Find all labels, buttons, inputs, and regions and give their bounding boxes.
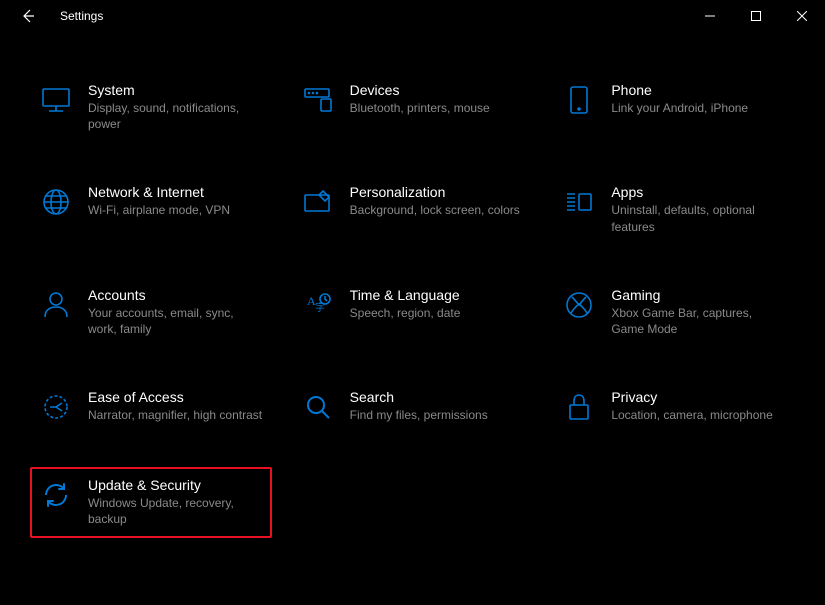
maximize-icon (751, 11, 761, 21)
category-time-language[interactable]: A 字 Time & Language Speech, region, date (292, 277, 534, 347)
back-arrow-icon (20, 8, 36, 24)
category-apps[interactable]: Apps Uninstall, defaults, optional featu… (553, 174, 795, 244)
category-phone[interactable]: Phone Link your Android, iPhone (553, 72, 795, 142)
paint-icon (300, 184, 336, 220)
category-search[interactable]: Search Find my files, permissions (292, 379, 534, 435)
globe-icon (38, 184, 74, 220)
category-ease-of-access[interactable]: Ease of Access Narrator, magnifier, high… (30, 379, 272, 435)
maximize-button[interactable] (733, 0, 779, 32)
category-title: Accounts (88, 287, 264, 303)
category-desc: Location, camera, microphone (611, 407, 787, 423)
category-desc: Uninstall, defaults, optional features (611, 202, 787, 234)
category-title: Privacy (611, 389, 787, 405)
update-icon (38, 477, 74, 513)
time-language-icon: A 字 (300, 287, 336, 323)
category-gaming[interactable]: Gaming Xbox Game Bar, captures, Game Mod… (553, 277, 795, 347)
category-title: Phone (611, 82, 787, 98)
category-desc: Link your Android, iPhone (611, 100, 787, 116)
category-title: Search (350, 389, 526, 405)
apps-icon (561, 184, 597, 220)
minimize-button[interactable] (687, 0, 733, 32)
category-title: System (88, 82, 264, 98)
category-personalization[interactable]: Personalization Background, lock screen,… (292, 174, 534, 244)
search-icon (300, 389, 336, 425)
category-title: Time & Language (350, 287, 526, 303)
category-title: Network & Internet (88, 184, 264, 200)
category-privacy[interactable]: Privacy Location, camera, microphone (553, 379, 795, 435)
close-button[interactable] (779, 0, 825, 32)
phone-icon (561, 82, 597, 118)
category-accounts[interactable]: Accounts Your accounts, email, sync, wor… (30, 277, 272, 347)
lock-icon (561, 389, 597, 425)
close-icon (797, 11, 807, 21)
xbox-icon (561, 287, 597, 323)
category-desc: Windows Update, recovery, backup (88, 495, 264, 527)
devices-icon (300, 82, 336, 118)
minimize-icon (705, 11, 715, 21)
category-update-security[interactable]: Update & Security Windows Update, recove… (30, 467, 272, 537)
category-desc: Xbox Game Bar, captures, Game Mode (611, 305, 787, 337)
category-desc: Speech, region, date (350, 305, 526, 321)
category-desc: Your accounts, email, sync, work, family (88, 305, 264, 337)
category-title: Update & Security (88, 477, 264, 493)
category-desc: Background, lock screen, colors (350, 202, 526, 218)
category-title: Devices (350, 82, 526, 98)
category-title: Apps (611, 184, 787, 200)
back-button[interactable] (12, 0, 44, 32)
settings-categories-grid: System Display, sound, notifications, po… (0, 32, 825, 538)
category-desc: Find my files, permissions (350, 407, 526, 423)
category-desc: Narrator, magnifier, high contrast (88, 407, 264, 423)
category-desc: Bluetooth, printers, mouse (350, 100, 526, 116)
ease-of-access-icon (38, 389, 74, 425)
system-icon (38, 82, 74, 118)
category-title: Ease of Access (88, 389, 264, 405)
category-system[interactable]: System Display, sound, notifications, po… (30, 72, 272, 142)
category-title: Gaming (611, 287, 787, 303)
category-network[interactable]: Network & Internet Wi-Fi, airplane mode,… (30, 174, 272, 244)
person-icon (38, 287, 74, 323)
category-devices[interactable]: Devices Bluetooth, printers, mouse (292, 72, 534, 142)
category-title: Personalization (350, 184, 526, 200)
window-title: Settings (60, 9, 103, 23)
category-desc: Display, sound, notifications, power (88, 100, 264, 132)
category-desc: Wi-Fi, airplane mode, VPN (88, 202, 264, 218)
